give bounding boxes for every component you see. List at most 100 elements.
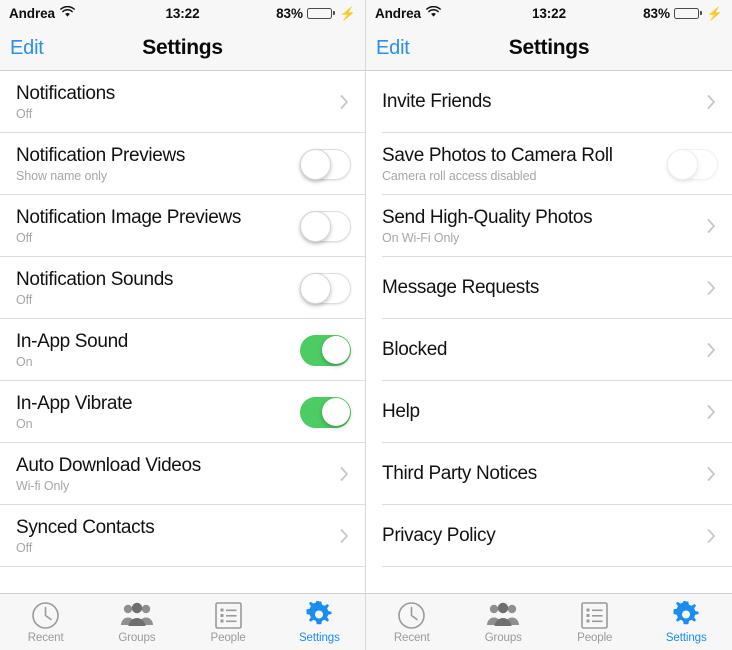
status-bar-right: 83% ⚡ [608,6,723,21]
toggle-switch[interactable] [300,272,351,304]
list-item-subtitle: Off [16,230,33,245]
settings-screen-general: Andrea 13:22 83% ⚡ Edit Settings Invite … [366,0,732,650]
list-item[interactable]: Help [366,381,732,443]
list-item[interactable]: Blocked [366,319,732,381]
status-bar: Andrea 13:22 83% ⚡ [0,0,365,26]
list-item-title: Notification Image Previews [16,206,241,228]
edit-button[interactable]: Edit [376,37,410,60]
list-item[interactable]: Notifications Off [0,71,365,133]
list-item-subtitle: On [16,354,33,369]
list-item-title: Privacy Policy [382,525,496,546]
chevron-right-icon [706,402,718,422]
battery-icon [306,7,335,19]
chevron-right-icon [706,216,718,236]
list-item-subtitle: On Wi-Fi Only [382,230,460,245]
tab-recent[interactable]: Recent [366,594,458,650]
gear-icon [305,601,333,630]
list-item[interactable]: Privacy Policy [366,505,732,567]
list-item[interactable]: In-App Vibrate On [0,381,365,443]
list-item-text: Notification Sounds Off [16,269,290,308]
edit-button[interactable]: Edit [10,37,44,60]
status-bar-right: 83% ⚡ [241,6,356,21]
list-item-title: Blocked [382,339,448,360]
toggle-switch[interactable] [300,396,351,428]
list-item-text: Third Party Notices [382,463,698,485]
clock-icon [397,601,426,630]
list-item-text: Save Photos to Camera Roll Camera roll a… [382,145,657,184]
list-item-text: Message Requests [382,277,698,299]
list-item[interactable]: Send High-Quality Photos On Wi-Fi Only [366,195,732,257]
list-item[interactable]: In-App Sound On [0,319,365,381]
list-item-title: Help [382,401,420,422]
tab-groups[interactable]: Groups [458,594,550,650]
list-item[interactable]: Third Party Notices [366,443,732,505]
toggle-switch[interactable] [300,148,351,180]
list-item-text: Notification Previews Show name only [16,145,290,184]
tab-label: Groups [118,631,156,644]
list-item-title: Invite Friends [382,91,492,112]
tab-bar: Recent Groups People Settings [0,593,365,650]
wifi-icon [60,5,75,21]
list-item-title: Notification Sounds [16,268,174,290]
toggle-switch[interactable] [667,148,718,180]
settings-screen-notifications: Andrea 13:22 83% ⚡ Edit Settings Notific… [0,0,366,650]
chevron-right-icon [706,278,718,298]
list-item-text: Notifications Off [16,83,331,122]
list-item-title: In-App Vibrate [16,392,133,414]
tab-label: Recent [393,631,430,644]
tab-settings[interactable]: Settings [274,594,365,650]
toggle-switch[interactable] [300,210,351,242]
tab-label: Recent [27,631,64,644]
battery-percent-label: 83% [276,5,303,21]
list-item-text: In-App Vibrate On [16,393,290,432]
list-item[interactable]: Auto Download Videos Wi-fi Only [0,443,365,505]
carrier-name: Andrea [375,5,421,21]
battery-icon [673,7,702,19]
page-title: Settings [508,36,590,59]
list-item[interactable]: Message Requests [366,257,732,319]
chevron-right-icon [706,526,718,546]
tab-settings[interactable]: Settings [641,594,732,650]
list-item[interactable]: Notification Sounds Off [0,257,365,319]
list-item-subtitle: Off [16,292,33,307]
list-item-title: Synced Contacts [16,516,155,538]
list-icon [581,601,609,630]
list-item-text: Synced Contacts Off [16,517,331,556]
tab-people[interactable]: People [549,594,641,650]
tab-recent[interactable]: Recent [0,594,91,650]
list-item[interactable]: Notification Previews Show name only [0,133,365,195]
tab-label: Settings [665,631,707,644]
navigation-bar: Edit Settings [0,26,365,71]
list-item[interactable]: Synced Contacts Off [0,505,365,567]
people-group-icon [486,601,520,630]
settings-list: Notifications Off Notification Previews … [0,71,365,593]
lightning-bolt-icon: ⚡ [706,5,723,21]
page-title: Settings [142,36,223,59]
gear-icon [672,601,700,630]
tab-groups[interactable]: Groups [91,594,182,650]
list-item-title: Message Requests [382,277,540,298]
list-item-text: Privacy Policy [382,525,698,547]
settings-list: Invite Friends Save Photos to Camera Rol… [366,71,732,593]
list-item[interactable]: Notification Image Previews Off [0,195,365,257]
list-item-text: Help [382,401,698,423]
list-item-title: Third Party Notices [382,463,537,484]
list-item-subtitle: Off [16,106,33,121]
list-item-text: Send High-Quality Photos On Wi-Fi Only [382,207,698,246]
list-item-text: Auto Download Videos Wi-fi Only [16,455,331,494]
chevron-right-icon [339,464,351,484]
tab-label: People [210,631,246,644]
navigation-bar: Edit Settings [366,26,732,71]
chevron-right-icon [706,92,718,112]
toggle-switch[interactable] [300,334,351,366]
list-item-title: Notifications [16,82,115,104]
carrier-name: Andrea [9,5,55,21]
people-group-icon [120,601,154,630]
list-item-subtitle: On [16,416,33,431]
list-item-text: Blocked [382,339,698,361]
list-item[interactable]: Invite Friends [366,71,732,133]
tab-people[interactable]: People [183,594,274,650]
list-item[interactable]: Save Photos to Camera Roll Camera roll a… [366,133,732,195]
list-item-text: In-App Sound On [16,331,290,370]
battery-percent-label: 83% [643,5,670,21]
